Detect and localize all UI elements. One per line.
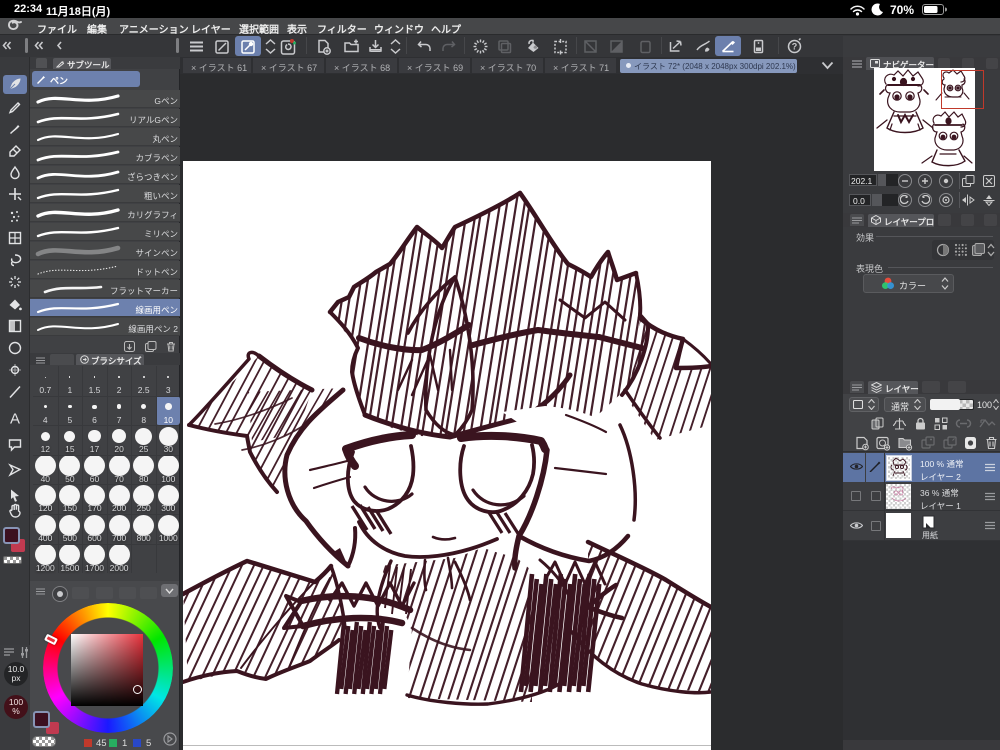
svg-text:?: ? [791,42,797,52]
svg-text:A: A [10,411,20,427]
